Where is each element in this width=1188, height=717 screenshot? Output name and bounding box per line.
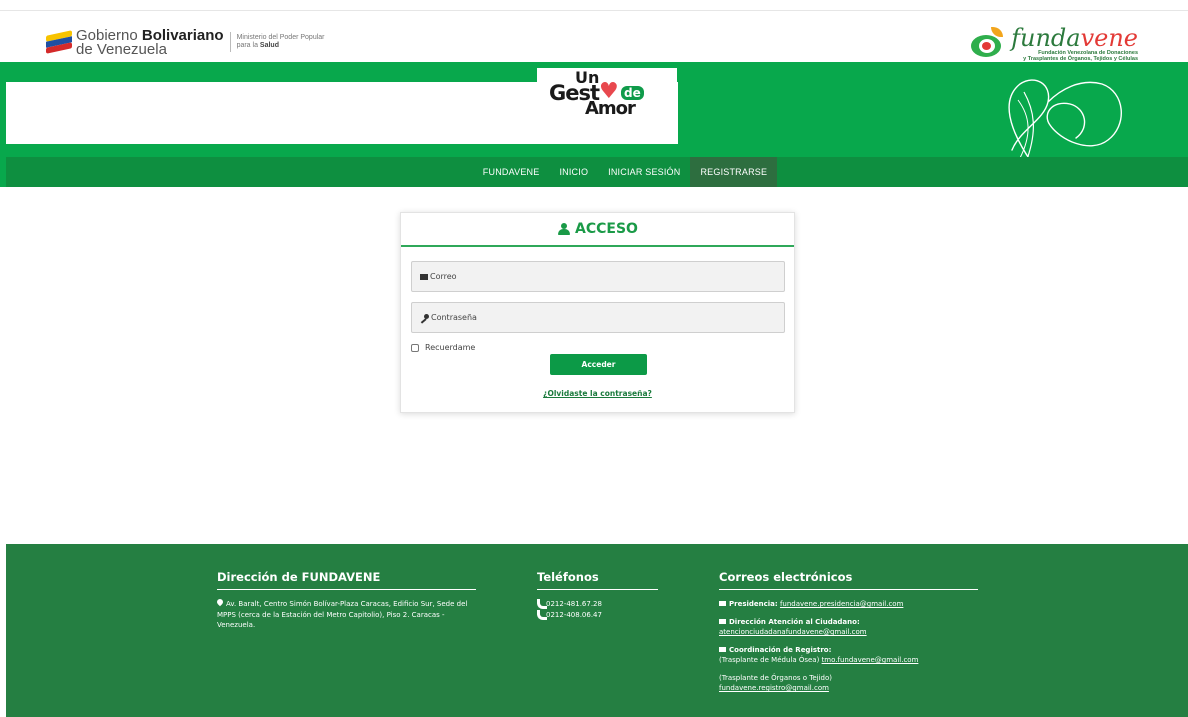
medula-email-link[interactable]: tmo.fundavene@gmail.com — [822, 656, 919, 664]
atencion-email-link[interactable]: atencionciudadanafundavene@gmail.com — [719, 627, 978, 638]
phone-icon — [537, 599, 547, 609]
presidencia-email-link[interactable]: fundavene.presidencia@gmail.com — [780, 600, 903, 608]
address-title: Dirección de FUNDAVENE — [217, 570, 476, 590]
email-placeholder: Correo — [430, 272, 457, 281]
envelope-icon — [719, 601, 726, 606]
user-icon — [557, 223, 571, 235]
address-text: Av. Baralt, Centro Simón Bolívar-Plaza C… — [217, 600, 468, 629]
phone-1: 0212-481.67.28 — [546, 600, 602, 608]
password-placeholder: Contraseña — [431, 313, 477, 322]
remember-checkbox[interactable] — [411, 343, 419, 352]
government-header: Gobierno Bolivariano de Venezuela Minist… — [0, 10, 1188, 62]
medula-text: (Trasplante de Médula Ósea) — [719, 656, 822, 664]
emails-title: Correos electrónicos — [719, 570, 978, 590]
organos-email-link[interactable]: fundavene.registro@gmail.com — [719, 683, 978, 694]
venezuela-flag-icon — [46, 30, 72, 54]
login-card-header: ACCESO — [401, 213, 794, 247]
envelope-icon — [420, 273, 428, 280]
atencion-label: Dirección Atención al Ciudadano: — [729, 617, 860, 626]
footer: Dirección de FUNDAVENE Av. Baralt, Centr… — [6, 544, 1188, 717]
forgot-password-link[interactable]: ¿Olvidaste la contraseña? — [401, 389, 794, 398]
fundavene-emblem-icon — [969, 27, 1007, 61]
nav-registrarse[interactable]: REGISTRARSE — [690, 157, 778, 187]
divider — [229, 32, 231, 52]
registro-label: Coordinación de Registro: — [729, 645, 832, 654]
footer-address-section: Dirección de FUNDAVENE Av. Baralt, Centr… — [217, 570, 476, 631]
campaign-logo: Un Gest ♥ de Amor — [537, 68, 677, 119]
phone-2: 0212-408.06.47 — [546, 610, 602, 619]
main-navigation: FUNDAVENE INICIO INICIAR SESIÓN REGISTRA… — [6, 157, 1188, 187]
nav-fundavene[interactable]: FUNDAVENE — [473, 157, 550, 187]
login-card: ACCESO Correo Contraseña Recuerdame Acce… — [400, 212, 795, 413]
fundavene-wordmark: fundavene — [1011, 24, 1138, 52]
ministry-name: Ministerio del Poder Popular para la Sal… — [236, 34, 325, 49]
phone-icon — [537, 609, 547, 620]
footer-emails-section: Correos electrónicos Presidencia: fundav… — [719, 570, 978, 694]
remember-me[interactable]: Recuerdame — [411, 343, 475, 352]
footer-phones-section: Teléfonos 0212-481.67.28 0212-408.06.47 — [537, 570, 658, 620]
envelope-icon — [719, 618, 726, 624]
password-field[interactable]: Contraseña — [411, 302, 785, 333]
nav-iniciar-sesion[interactable]: INICIAR SESIÓN — [598, 157, 690, 187]
remember-label[interactable]: Recuerdame — [425, 343, 475, 352]
login-title: ACCESO — [575, 221, 638, 237]
email-field[interactable]: Correo — [411, 261, 785, 292]
login-submit-button[interactable]: Acceder — [550, 354, 647, 375]
envelope-icon — [719, 646, 726, 652]
government-logo[interactable]: Gobierno Bolivariano de Venezuela Minist… — [46, 27, 325, 57]
map-marker-icon — [217, 599, 223, 606]
government-name: Gobierno Bolivariano de Venezuela — [76, 26, 224, 58]
key-icon — [420, 313, 429, 322]
nav-inicio[interactable]: INICIO — [549, 157, 598, 187]
fundavene-logo[interactable]: fundavene Fundación Venezolana de Donaci… — [969, 23, 1138, 65]
phones-title: Teléfonos — [537, 570, 658, 590]
presidencia-label: Presidencia: — [729, 600, 778, 608]
organos-text: (Trasplante de Órganos o Tejido) — [719, 673, 832, 682]
campaign-logo-amor: Amor — [585, 98, 636, 119]
